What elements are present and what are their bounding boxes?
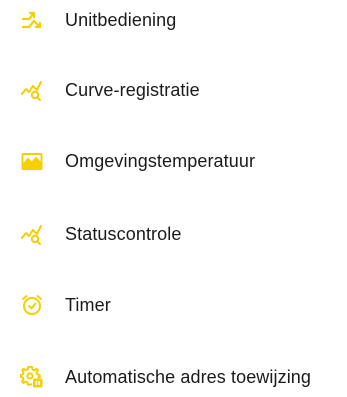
menu-item-unit-control[interactable]: Unitbediening <box>0 0 347 40</box>
feature-menu: Unitbediening Curve-registratie Omgeving… <box>0 0 347 392</box>
menu-item-label: Automatische adres toewijzing <box>65 367 312 387</box>
menu-item-ambient-temperature[interactable]: Omgevingstemperatuur <box>0 141 347 181</box>
curve-search-icon <box>20 78 44 102</box>
ambient-temperature-landscape-icon <box>20 149 44 173</box>
menu-item-auto-address[interactable]: Automatische adres toewijzing <box>0 357 347 397</box>
menu-item-curve-registration[interactable]: Curve-registratie <box>0 70 347 110</box>
alarm-clock-timer-icon <box>20 293 44 317</box>
menu-item-status-check[interactable]: Statuscontrole <box>0 214 347 254</box>
menu-item-label: Unitbediening <box>65 10 177 30</box>
menu-item-label: Timer <box>65 295 111 315</box>
menu-item-label: Curve-registratie <box>65 80 200 100</box>
menu-item-label: Statuscontrole <box>65 224 182 244</box>
status-check-search-icon <box>20 222 44 246</box>
auto-address-gear-icon <box>20 365 44 389</box>
unit-control-arrows-icon <box>20 8 44 32</box>
menu-item-label: Omgevingstemperatuur <box>65 151 256 171</box>
menu-item-timer[interactable]: Timer <box>0 285 347 325</box>
